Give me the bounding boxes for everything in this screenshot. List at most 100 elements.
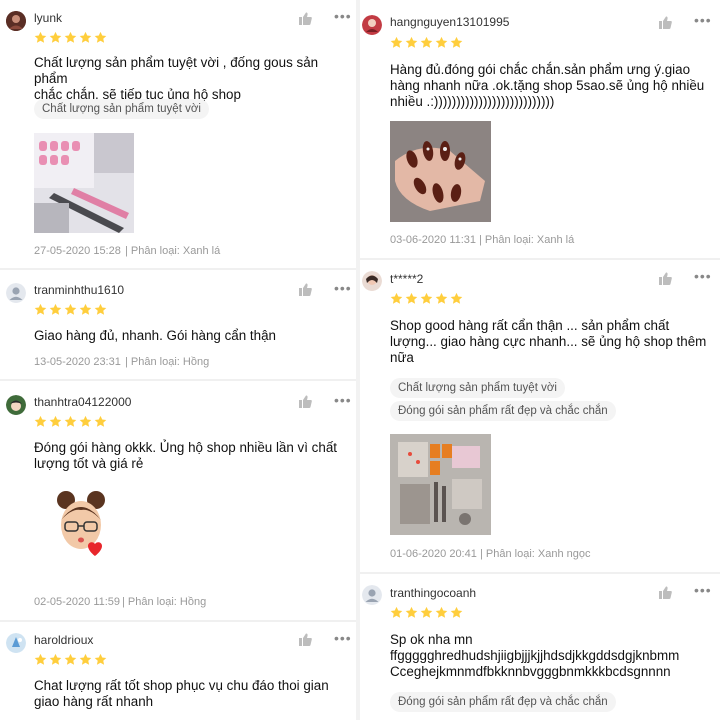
review-text: Giao hàng đủ, nhanh. Gói hàng cẩn thận — [34, 328, 276, 343]
thumbs-up-icon[interactable] — [298, 633, 312, 646]
star-icon — [34, 303, 47, 315]
more-options-icon[interactable]: ••• — [334, 9, 352, 23]
star-icon — [450, 606, 463, 618]
star-rating — [34, 415, 107, 429]
star-icon — [435, 606, 448, 618]
star-rating — [390, 292, 463, 306]
thumbs-up-icon[interactable] — [298, 283, 312, 296]
thumbs-up-icon[interactable] — [658, 586, 672, 599]
avatar[interactable] — [6, 395, 26, 415]
review-variant: | Phân loại: Xanh ngọc — [480, 548, 591, 560]
thumbs-up-icon[interactable] — [658, 16, 672, 29]
star-icon — [34, 653, 47, 665]
reviewer-username[interactable]: thanhtra04122000 — [34, 395, 131, 409]
review-variant: | Phân loại: Xanh lá — [125, 245, 221, 257]
review-divider — [0, 268, 356, 270]
star-rating — [390, 36, 463, 50]
star-icon — [64, 415, 77, 427]
star-icon — [405, 292, 418, 304]
more-options-icon[interactable]: ••• — [694, 583, 712, 597]
star-icon — [49, 653, 62, 665]
star-icon — [405, 36, 418, 48]
review-text: Sp ok nha mn ffggggghredhudshjiigbjjjkjj… — [390, 632, 680, 679]
reviewer-username[interactable]: hangnguyen13101995 — [390, 15, 509, 29]
star-icon — [49, 303, 62, 315]
avatar[interactable] — [6, 633, 26, 653]
star-rating — [34, 31, 107, 45]
review-photo[interactable] — [390, 121, 491, 222]
star-icon — [450, 292, 463, 304]
reviewer-username[interactable]: tranthingocoanh — [390, 586, 476, 600]
star-rating — [34, 653, 107, 667]
review-photo[interactable] — [34, 133, 134, 233]
star-icon — [390, 606, 403, 618]
review-photo[interactable] — [390, 434, 491, 535]
star-icon — [435, 36, 448, 48]
review-divider — [0, 379, 356, 381]
user-avatar-icon[interactable] — [362, 585, 382, 605]
star-icon — [390, 36, 403, 48]
review-date: 27-05-2020 15:28 — [34, 245, 121, 257]
thumbs-up-icon[interactable] — [298, 12, 312, 25]
reviewer-username[interactable]: lyunk — [34, 11, 62, 25]
reviewer-username[interactable]: t*****2 — [390, 272, 423, 286]
reviewer-username[interactable]: haroldrioux — [34, 633, 93, 647]
review-tag: Chất lượng sản phẩm tuyệt vời — [34, 99, 209, 119]
review-tag: Chất lượng sản phẩm tuyệt vời — [390, 378, 565, 398]
star-icon — [49, 415, 62, 427]
more-options-icon[interactable]: ••• — [334, 281, 352, 295]
column-divider — [356, 0, 360, 720]
review-variant: | Phân loại: Hồng — [125, 356, 210, 368]
star-icon — [79, 653, 92, 665]
star-icon — [94, 31, 107, 43]
star-icon — [94, 653, 107, 665]
star-icon — [64, 31, 77, 43]
more-options-icon[interactable]: ••• — [334, 631, 352, 645]
more-options-icon[interactable]: ••• — [334, 393, 352, 407]
thumbs-up-icon[interactable] — [658, 272, 672, 285]
review-divider — [0, 620, 356, 622]
review-text: Chất lượng sản phẩm tuyệt vời , đống gou… — [34, 55, 319, 102]
more-options-icon[interactable]: ••• — [694, 269, 712, 283]
star-icon — [420, 606, 433, 618]
star-icon — [94, 303, 107, 315]
star-icon — [420, 36, 433, 48]
star-icon — [450, 36, 463, 48]
star-icon — [390, 292, 403, 304]
star-icon — [79, 31, 92, 43]
user-avatar-icon[interactable] — [6, 283, 26, 303]
star-icon — [420, 292, 433, 304]
star-icon — [94, 415, 107, 427]
review-date: 03-06-2020 11:31 — [390, 234, 477, 246]
review-date: 13-05-2020 23:31 — [34, 356, 121, 368]
star-icon — [34, 415, 47, 427]
review-date: 01-06-2020 20:41 — [390, 548, 477, 560]
review-text: Hàng đủ.đóng gói chắc chắn.sản phẩm ưng … — [390, 62, 705, 109]
review-text: Đóng gói hàng okkk. Ủng hộ shop nhiều lầ… — [34, 440, 337, 471]
avatar[interactable] — [6, 11, 26, 31]
more-options-icon[interactable]: ••• — [694, 13, 712, 27]
review-divider — [360, 258, 720, 260]
avatar[interactable] — [362, 15, 382, 35]
star-icon — [435, 292, 448, 304]
star-icon — [34, 31, 47, 43]
memoji-sticker[interactable] — [50, 490, 112, 562]
star-icon — [64, 303, 77, 315]
review-date: 02-05-2020 11:59 — [34, 596, 121, 608]
review-variant: | Phân loại: Xanh lá — [479, 234, 575, 246]
avatar[interactable] — [362, 271, 382, 291]
star-icon — [79, 303, 92, 315]
star-icon — [405, 606, 418, 618]
reviewer-username[interactable]: tranminhthu1610 — [34, 283, 124, 297]
review-variant: | Phân loại: Hồng — [122, 596, 207, 608]
star-icon — [64, 653, 77, 665]
review-text: Chat lượng rất tốt shop phục vụ chu đáo … — [34, 678, 329, 709]
star-icon — [49, 31, 62, 43]
review-divider — [360, 572, 720, 574]
star-icon — [79, 415, 92, 427]
thumbs-up-icon[interactable] — [298, 395, 312, 408]
review-text: Shop good hàng rất cẩn thận ... sản phẩm… — [390, 318, 707, 365]
review-tag: Đóng gói sản phẩm rất đẹp và chắc chắn — [390, 692, 616, 712]
review-tag: Đóng gói sản phẩm rất đẹp và chắc chắn — [390, 401, 616, 421]
star-rating — [34, 303, 107, 317]
